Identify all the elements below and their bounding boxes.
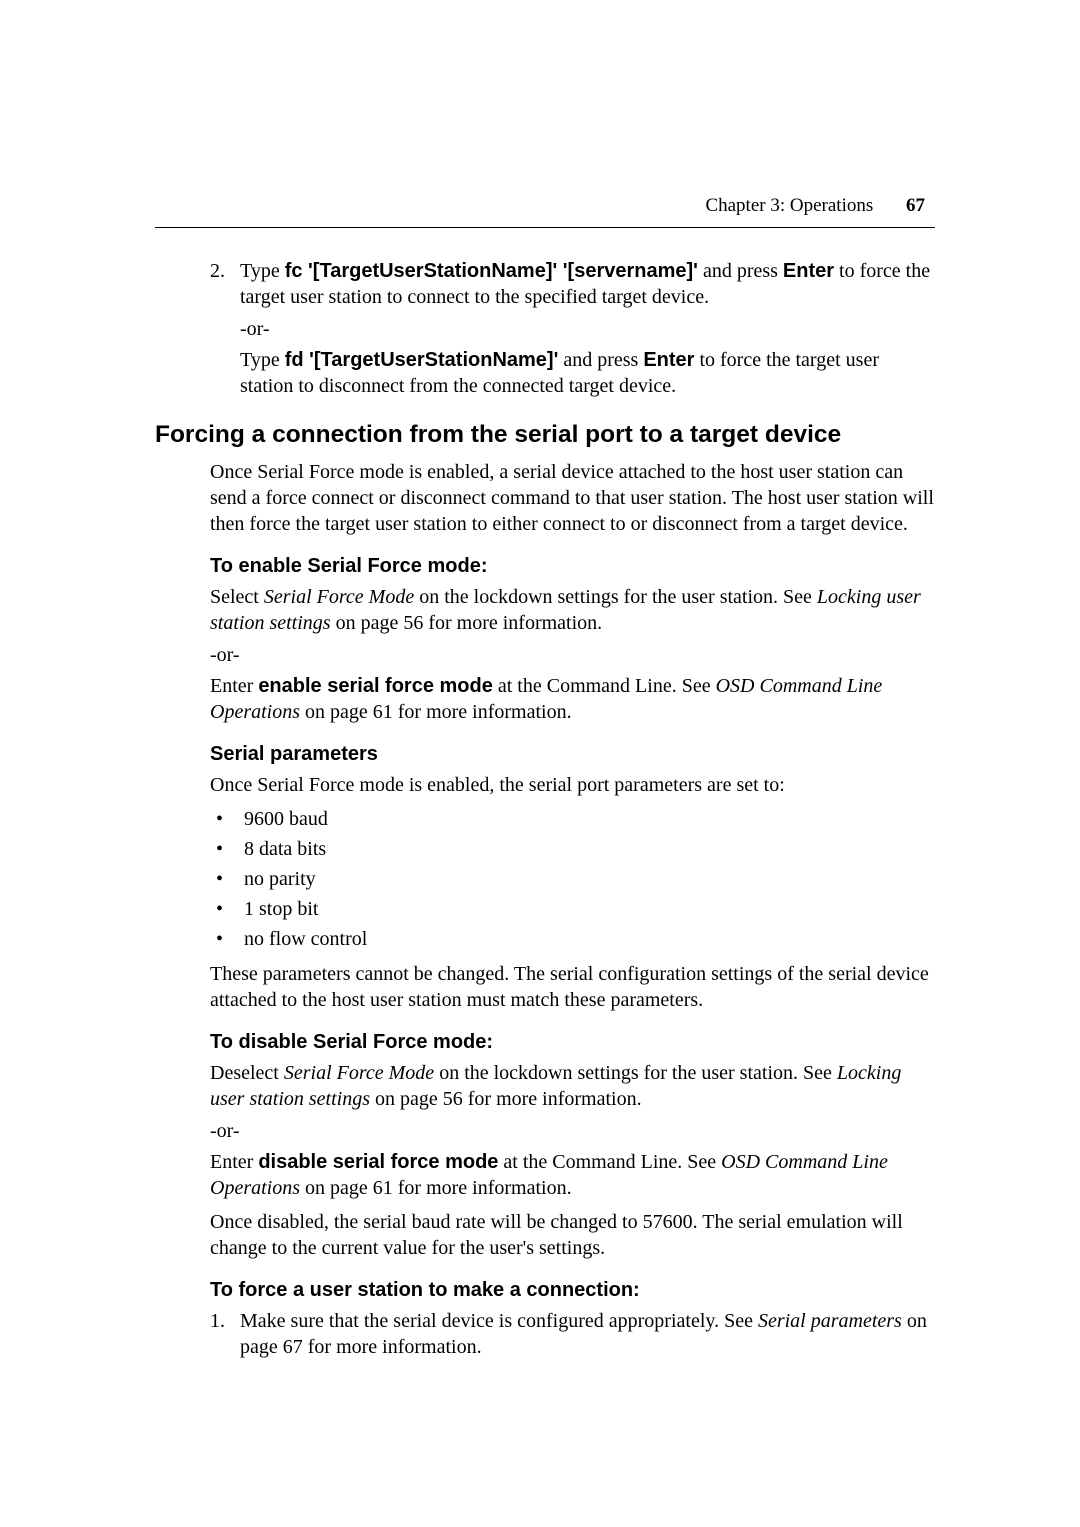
command-disable: disable serial force mode [258, 1151, 498, 1173]
section-heading: Forcing a connection from the serial por… [155, 421, 935, 449]
page-header: Chapter 3: Operations 67 [155, 195, 935, 217]
step-number: 2. [210, 258, 240, 310]
step-number: 1. [210, 1308, 240, 1360]
key-enter: Enter [783, 260, 834, 282]
or-text: -or- [210, 644, 935, 667]
serial-params-list: 9600 baud 8 data bits no parity 1 stop b… [210, 806, 935, 953]
step-text: Make sure that the serial device is conf… [240, 1308, 935, 1360]
key-enter: Enter [643, 349, 694, 371]
enable-p1: Select Serial Force Mode on the lockdown… [210, 584, 935, 636]
enable-p2: Enter enable serial force mode at the Co… [210, 673, 935, 725]
command-fd: fd '[TargetUserStationName]' [285, 349, 559, 371]
step-text-alt: Type fd '[TargetUserStationName]' and pr… [240, 347, 935, 399]
list-item: 1 stop bit [210, 896, 935, 923]
list-item: 9600 baud [210, 806, 935, 833]
chapter-label: Chapter 3: Operations [705, 195, 873, 216]
command-fc: fc '[TargetUserStationName]' '[servernam… [285, 260, 698, 282]
or-text: -or- [210, 1120, 935, 1143]
list-item: no parity [210, 866, 935, 893]
step-text: Type fc '[TargetUserStationName]' '[serv… [240, 258, 935, 310]
step-block: 2. Type fc '[TargetUserStationName]' '[s… [210, 258, 935, 399]
page-number: 67 [906, 195, 925, 216]
or-text: -or- [240, 318, 935, 341]
intro-paragraph: Once Serial Force mode is enabled, a ser… [210, 459, 935, 537]
disable-heading: To disable Serial Force mode: [210, 1031, 935, 1054]
section-body: Once Serial Force mode is enabled, a ser… [210, 459, 935, 1360]
ordered-step-1: 1. Make sure that the serial device is c… [210, 1308, 935, 1360]
disable-p2: Enter disable serial force mode at the C… [210, 1149, 935, 1201]
disable-p3: Once disabled, the serial baud rate will… [210, 1209, 935, 1261]
serial-after: These parameters cannot be changed. The … [210, 961, 935, 1013]
list-item: 8 data bits [210, 836, 935, 863]
page: Chapter 3: Operations 67 2. Type fc '[Ta… [0, 0, 1080, 1360]
serial-intro: Once Serial Force mode is enabled, the s… [210, 772, 935, 798]
header-rule [155, 227, 935, 228]
list-item: no flow control [210, 926, 935, 953]
serial-params-heading: Serial parameters [210, 743, 935, 766]
command-enable: enable serial force mode [258, 675, 493, 697]
ordered-step-2: 2. Type fc '[TargetUserStationName]' '[s… [210, 258, 935, 310]
enable-heading: To enable Serial Force mode: [210, 555, 935, 578]
force-heading: To force a user station to make a connec… [210, 1279, 935, 1302]
disable-p1: Deselect Serial Force Mode on the lockdo… [210, 1060, 935, 1112]
